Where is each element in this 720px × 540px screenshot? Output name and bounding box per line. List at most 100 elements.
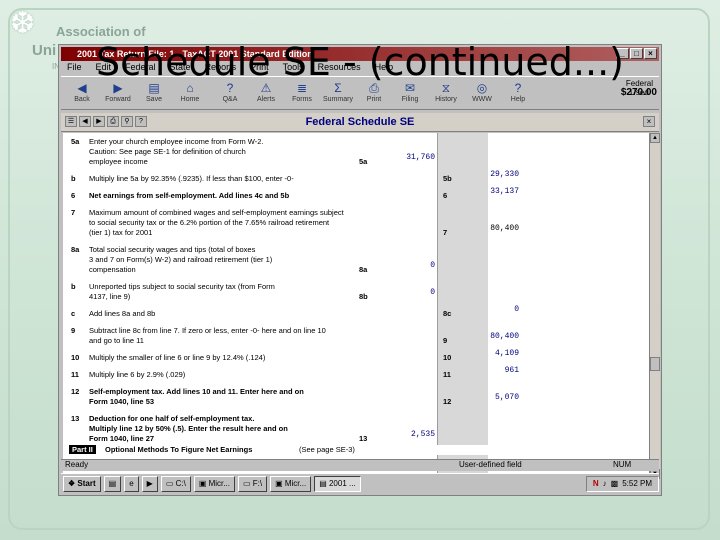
description-text: Self-employment tax. Add lines 10 and 11…: [89, 387, 304, 396]
line-number: c: [71, 309, 76, 318]
toolbar-label: Print: [366, 96, 382, 103]
network-icon[interactable]: ▩: [611, 477, 619, 491]
status-ready: Ready: [65, 460, 89, 469]
start-button[interactable]: ❖ Start: [63, 475, 101, 492]
scroll-up-arrow-icon[interactable]: ▲: [650, 133, 660, 143]
description-text: and go to line 11: [89, 336, 144, 345]
window-icon: ▭: [242, 478, 253, 488]
description-text: to social security tax or the 6.2% porti…: [89, 218, 330, 227]
form-line-row: 7 Maximum amount of combined wages and se…: [63, 208, 649, 242]
line-box-label: 7: [443, 228, 448, 237]
line-description: Unreported tips subject to social securi…: [89, 282, 275, 302]
toolbar-label: Home: [180, 96, 200, 103]
line-number: 7: [71, 208, 76, 217]
form-line-row: 6 Net earnings from self-employment. Add …: [63, 187, 649, 205]
description-text: Caution: See page SE-1 for definition of…: [89, 147, 246, 156]
line-description: Subtract line 8c from line 7. If zero or…: [89, 326, 326, 346]
line-5b-value[interactable]: 29,330: [455, 170, 519, 179]
status-num-lock: NUM: [613, 460, 632, 469]
line-description: Multiply line 6 by 2.9% (.029): [89, 370, 185, 380]
line-number: b: [71, 282, 76, 291]
line-8b-value[interactable]: 0: [371, 288, 435, 297]
volume-icon[interactable]: ♪: [603, 477, 607, 491]
description-text: Net earnings from self-employment. Add l…: [89, 191, 290, 200]
line-number: b: [71, 174, 76, 183]
toolbar-label: Help: [510, 96, 526, 103]
start-label: Start: [77, 478, 96, 488]
line-box-label: 10: [443, 353, 452, 362]
window-icon: ▣: [198, 478, 209, 488]
line-10-value[interactable]: 4,109: [455, 349, 519, 358]
vertical-scrollbar[interactable]: ▲ ▼: [649, 133, 660, 479]
taskbar-button-label: F:\: [252, 478, 263, 488]
line-11-value[interactable]: 961: [455, 366, 519, 375]
line-description: Multiply the smaller of line 6 or line 9…: [89, 353, 265, 363]
taskbar-window-button[interactable]: ▣ Micr...: [270, 475, 312, 492]
norton-icon[interactable]: N: [593, 477, 599, 491]
form-line-row: 8a Total social security wages and tips (…: [63, 245, 649, 279]
line-box-label: 11: [443, 370, 451, 379]
quicklaunch-desktop-icon[interactable]: ▤: [103, 475, 122, 492]
line-6-value[interactable]: 33,137: [455, 187, 519, 196]
logo-text-line1: Association of: [56, 24, 146, 39]
line-number: 12: [71, 387, 80, 396]
taskbar-window-button[interactable]: ▣ Micr...: [193, 475, 235, 492]
part-ii-note: (See page SE-3): [299, 445, 355, 454]
taskbar-window-button[interactable]: ▤ 2001 ...: [314, 475, 361, 492]
description-text: Enter your church employee income from F…: [89, 137, 264, 146]
line-5a-value[interactable]: 31,760: [371, 153, 435, 162]
description-text: Unreported tips subject to social securi…: [89, 282, 275, 291]
toolbar-label: Alerts: [257, 96, 275, 103]
scroll-thumb[interactable]: [650, 357, 660, 371]
form-line-row: c Add lines 8a and 8b 8c 0: [63, 305, 649, 323]
taskbar-button-label: 2001 ...: [328, 478, 356, 488]
line-box-label: 8c: [443, 309, 452, 318]
line-9-value[interactable]: 80,400: [455, 332, 519, 341]
federal-used-amount: $270.00: [620, 87, 657, 98]
part-ii-tag: Part II: [69, 445, 96, 454]
form-line-row: 13 Deduction for one half of self-employm…: [63, 414, 649, 448]
taskbar-window-button[interactable]: ▭ F:\: [237, 475, 268, 492]
form-title: Federal Schedule SE: [305, 116, 415, 128]
slide-title: Schedule SE - (continued...): [96, 40, 624, 84]
description-text: Deduction for one half of self-employmen…: [89, 414, 255, 423]
description-text: Form 1040, line 53: [89, 397, 155, 406]
description-text: Subtract line 8c from line 7. If zero or…: [89, 326, 326, 335]
form-close-button[interactable]: ×: [643, 116, 655, 127]
status-field-type: User-defined field: [459, 460, 522, 469]
toolbar-label: Forms: [292, 96, 312, 103]
form-line-row: 10 Multiply the smaller of line 6 or line…: [63, 349, 649, 367]
taskbar-window-button[interactable]: ▭ C:\: [160, 475, 191, 492]
toolbar-label: Forward: [105, 96, 131, 103]
taskbar-button-label: Micr...: [284, 478, 307, 488]
toolbar-label: Q&A: [222, 96, 238, 103]
description-text: Multiply line 12 by 50% (.5). Enter the …: [89, 424, 288, 433]
line-description: Total social security wages and tips (to…: [89, 245, 272, 275]
line-7-value[interactable]: 80,400: [455, 224, 519, 233]
line-number: 11: [71, 370, 79, 379]
line-12-value[interactable]: 5,070: [455, 393, 519, 402]
part-ii-header: Part II Optional Methods To Figure Net E…: [63, 445, 649, 455]
form-line-row: b Unreported tips subject to social secur…: [63, 282, 649, 306]
line-8a-value[interactable]: 0: [371, 261, 435, 270]
toolbar-label: History: [435, 96, 457, 103]
schedule-se-form: 5a Enter your church employee income from…: [63, 133, 649, 479]
description-text: (tier 1) tax for 2001: [89, 228, 153, 237]
description-text: compensation: [89, 265, 136, 274]
line-box-label: 8a: [359, 265, 368, 274]
quicklaunch-ie-icon[interactable]: e: [124, 475, 139, 492]
description-text: Form 1040, line 27: [89, 434, 155, 443]
window-icon: ▤: [319, 478, 329, 488]
line-box-label: 8b: [359, 292, 368, 301]
line-number: 8a: [71, 245, 80, 254]
line-description: Multiply line 5a by 92.35% (.9235). If l…: [89, 174, 294, 184]
quicklaunch-media-icon[interactable]: ▶: [141, 475, 158, 492]
line-13-value[interactable]: 2,535: [371, 430, 435, 439]
form-line-row: 5a Enter your church employee income from…: [63, 137, 649, 171]
line-number: 9: [71, 326, 76, 335]
line-number: 10: [71, 353, 80, 362]
line-description: Deduction for one half of self-employmen…: [89, 414, 288, 444]
line-8c-value[interactable]: 0: [455, 305, 519, 314]
toolbar-label: Save: [146, 96, 162, 103]
line-box-label: 12: [443, 397, 452, 406]
